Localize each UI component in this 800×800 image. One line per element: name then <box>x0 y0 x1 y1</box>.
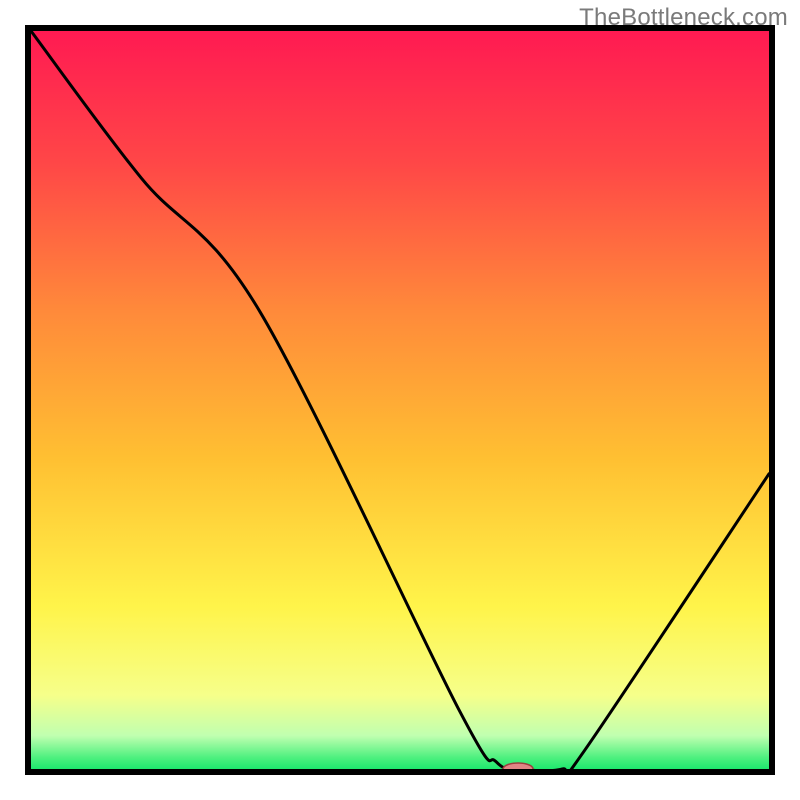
bottleneck-chart <box>0 0 800 800</box>
watermark-text: TheBottleneck.com <box>579 4 788 32</box>
chart-container: TheBottleneck.com <box>0 0 800 800</box>
plot-background <box>31 31 769 769</box>
